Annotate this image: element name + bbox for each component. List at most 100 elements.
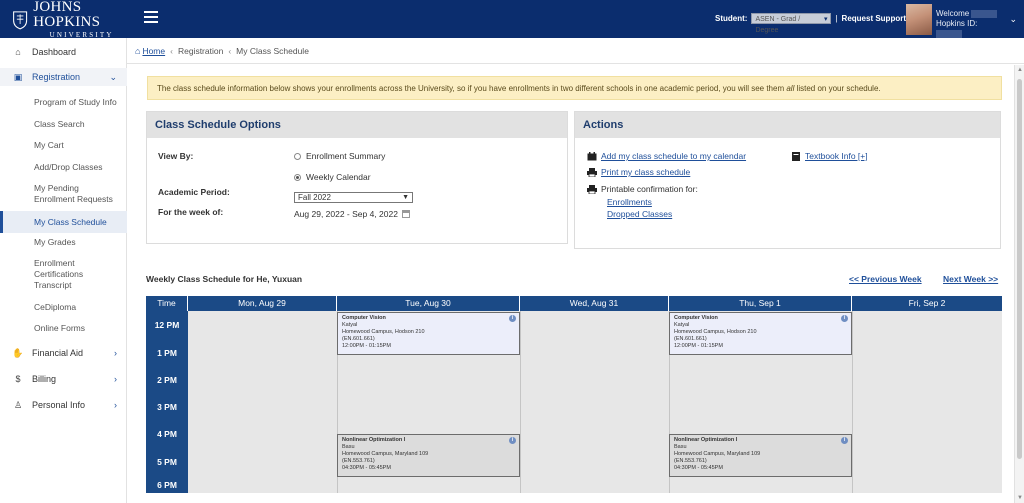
schedule-notice: The class schedule information below sho… [147,76,1002,100]
info-icon[interactable]: i [841,315,848,322]
chevron-left-icon: ‹ [228,46,232,56]
redacted-id [936,29,962,38]
print-schedule-action[interactable]: Print my class schedule [587,167,690,177]
radio-enrollment-summary[interactable]: Enrollment Summary [294,151,385,161]
jhu-logo[interactable]: JOHNS HOPKINS UNIVERSITY [12,0,130,39]
time-slot: 6 PM [157,480,177,490]
week-of-value[interactable]: Aug 29, 2022 - Sep 4, 2022 [294,209,410,219]
sidebar-item-billing[interactable]: $ Billing › [0,372,127,386]
scroll-down-icon[interactable]: ▼ [1017,495,1023,501]
textbook-info-action[interactable]: Textbook Info [+] [791,151,868,161]
chevron-down-icon: ⌄ [109,71,117,82]
weekly-schedule-title: Weekly Class Schedule for He, Yuxuan [146,274,303,284]
panel-title: Actions [575,112,1000,138]
menu-toggle-icon[interactable] [144,11,158,25]
sidebar-item-online-forms[interactable]: Online Forms [0,323,127,334]
time-slot: 5 PM [157,457,177,467]
radio-weekly-calendar[interactable]: Weekly Calendar [294,172,371,182]
add-to-calendar-action[interactable]: Add my class schedule to my calendar [587,151,746,161]
time-slot: 1 PM [157,348,177,358]
hand-coin-icon: ✋ [12,347,24,358]
breadcrumb-home[interactable]: Home [142,46,165,56]
info-icon[interactable]: i [841,437,848,444]
student-select[interactable]: ASEN - Grad / Degree ▾ [751,13,832,34]
avatar[interactable] [906,4,932,35]
main-scrollbar[interactable]: ▲ ▼ [1014,65,1024,503]
academic-period-select[interactable]: Fall 2022 ▼ [294,192,413,203]
class-event[interactable]: i Computer Vision Katyal Homewood Campus… [669,312,852,355]
top-header: JOHNS HOPKINS UNIVERSITY Student: ASEN -… [0,0,1024,39]
event-instructor: Katyal [674,322,690,328]
event-location: Homewood Campus, Maryland 109 [342,451,429,457]
event-time: 12:00PM - 01:15PM [342,343,391,349]
student-select-value: ASEN - Grad / Degree [755,16,801,34]
sidebar-item-label: Personal Info [32,400,86,410]
class-event[interactable]: i Computer Vision Katyal Homewood Campus… [337,312,520,355]
sidebar-item-class-search[interactable]: Class Search [0,119,127,130]
view-by-label: View By: [158,151,194,161]
event-code: (EN.553.761) [342,458,375,464]
event-title: Computer Vision [674,315,718,321]
request-support-link[interactable]: Request Support [842,14,906,23]
sidebar: ⌂ Dashboard ▣ Registration ⌄ Program of … [0,38,127,503]
home-icon: ⌂ [15,47,21,57]
sidebar-item-dashboard[interactable]: ⌂ Dashboard [0,44,127,60]
event-code: (EN.601.661) [674,336,707,342]
panel-title: Class Schedule Options [147,112,567,138]
sidebar-item-add-drop[interactable]: Add/Drop Classes [0,162,127,173]
sidebar-item-program-of-study[interactable]: Program of Study Info [0,97,127,108]
chevron-left-icon: ‹ [170,46,173,56]
clipboard-icon: ▣ [13,71,23,82]
scrollbar-thumb[interactable] [1017,79,1022,459]
calendar-icon[interactable] [401,210,410,218]
sidebar-item-financial-aid[interactable]: ✋ Financial Aid › [0,346,127,360]
day-header-tue: Tue, Aug 30 [337,296,520,311]
breadcrumb-current: My Class Schedule [236,46,309,56]
textbook-info-link[interactable]: Textbook Info [+] [805,151,868,161]
chevron-down-icon: ▾ [823,16,828,23]
sidebar-item-registration[interactable]: ▣ Registration ⌄ [0,68,127,86]
notice-text: The class schedule information below sho… [157,84,787,93]
sidebar-item-cediploma[interactable]: CeDiploma [0,302,127,313]
radio-label: Weekly Calendar [306,172,371,182]
info-icon[interactable]: i [509,315,516,322]
printable-confirmation: Printable confirmation for: [587,184,698,194]
enrollments-link[interactable]: Enrollments [607,197,652,207]
day-divider [520,311,521,493]
logo-title: JOHNS HOPKINS [33,0,101,30]
student-area: Student: ASEN - Grad / Degree ▾ | Reques… [715,13,906,34]
event-time: 04:30PM - 05:45PM [674,465,723,471]
time-slot: 3 PM [157,402,177,412]
redacted-name [971,9,998,18]
event-title: Computer Vision [342,315,386,321]
sidebar-item-my-class-schedule[interactable]: My Class Schedule [0,211,127,233]
sidebar-item-personal-info[interactable]: ♙ Personal Info › [0,398,127,412]
sidebar-item-my-cart[interactable]: My Cart [0,140,127,151]
next-week-link[interactable]: Next Week >> [943,274,998,284]
time-column-header: Time [146,296,188,311]
dropped-classes-link[interactable]: Dropped Classes [607,209,672,219]
event-instructor: Katyal [342,322,358,328]
home-icon: ⌂ [135,46,141,56]
user-menu-chevron-icon[interactable]: ⌄ [1009,14,1017,25]
event-code: (EN.553.761) [674,458,707,464]
person-icon: ♙ [13,399,23,410]
previous-week-link[interactable]: << Previous Week [849,274,922,284]
printer-icon [587,167,597,177]
radio-selected-icon [294,174,301,181]
breadcrumb-registration[interactable]: Registration [178,46,223,56]
event-time: 04:30PM - 05:45PM [342,465,391,471]
scroll-up-icon[interactable]: ▲ [1017,67,1023,73]
print-schedule-link[interactable]: Print my class schedule [601,167,690,177]
event-code: (EN.601.661) [342,336,375,342]
sidebar-item-enrollment-certifications[interactable]: Enrollment Certifications Transcript [0,258,100,291]
sidebar-item-my-grades[interactable]: My Grades [0,237,127,248]
printer-icon [587,184,597,194]
class-event[interactable]: i Nonlinear Optimization I Basu Homewood… [669,434,852,477]
class-event[interactable]: i Nonlinear Optimization I Basu Homewood… [337,434,520,477]
add-to-calendar-link[interactable]: Add my class schedule to my calendar [601,151,746,161]
info-icon[interactable]: i [509,437,516,444]
class-schedule-options-panel: Class Schedule Options View By: Enrollme… [146,111,568,244]
main-content: ⌂ Home ‹ Registration ‹ My Class Schedul… [127,38,1024,503]
sidebar-item-pending-requests[interactable]: My Pending Enrollment Requests [0,183,115,205]
